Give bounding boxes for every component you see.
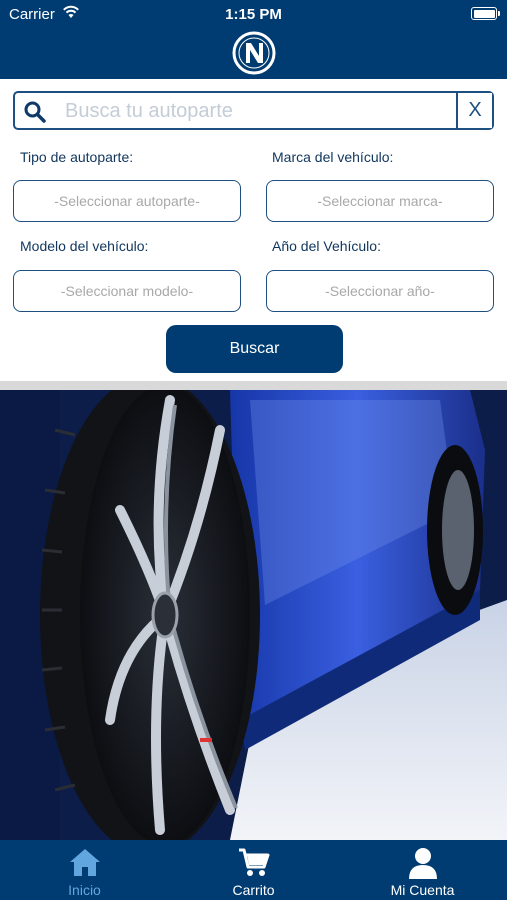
status-bar: Carrier 1:15 PM [0, 0, 507, 28]
user-icon [408, 848, 437, 879]
search-icon[interactable] [23, 100, 47, 124]
brand-logo [232, 31, 276, 75]
tab-inicio-label: Inicio [68, 882, 101, 898]
modelo-vehiculo-select[interactable]: -Seleccionar modelo- [13, 270, 241, 312]
app-header: Carrier 1:15 PM [0, 0, 507, 79]
cart-icon [238, 848, 269, 876]
marca-vehiculo-select[interactable]: -Seleccionar marca- [266, 180, 494, 222]
marca-vehiculo-label: Marca del vehículo: [272, 149, 394, 165]
search-input[interactable] [65, 95, 455, 127]
home-icon [69, 849, 100, 876]
tab-carrito[interactable]: Carrito [169, 840, 338, 900]
bottom-tab-bar: Inicio Carrito Mi Cuenta [0, 840, 507, 900]
anio-vehiculo-label: Año del Vehículo: [272, 238, 381, 254]
buscar-button[interactable]: Buscar [166, 325, 343, 373]
tab-carrito-label: Carrito [232, 882, 275, 898]
tab-mi-cuenta-label: Mi Cuenta [390, 882, 455, 898]
section-divider [0, 381, 507, 390]
tipo-autoparte-select[interactable]: -Seleccionar autoparte- [13, 180, 241, 222]
hero-car-image [0, 390, 507, 840]
anio-vehiculo-select[interactable]: -Seleccionar año- [266, 270, 494, 312]
tab-mi-cuenta[interactable]: Mi Cuenta [338, 840, 507, 900]
battery-icon [471, 7, 500, 20]
clock: 1:15 PM [225, 6, 282, 23]
clear-search-button[interactable]: X [456, 93, 492, 128]
tipo-autoparte-label: Tipo de autoparte: [20, 149, 134, 165]
car-illustration [0, 390, 507, 840]
search-bar: X [13, 91, 494, 130]
modelo-vehiculo-label: Modelo del vehículo: [20, 238, 149, 254]
tab-inicio[interactable]: Inicio [0, 840, 169, 900]
